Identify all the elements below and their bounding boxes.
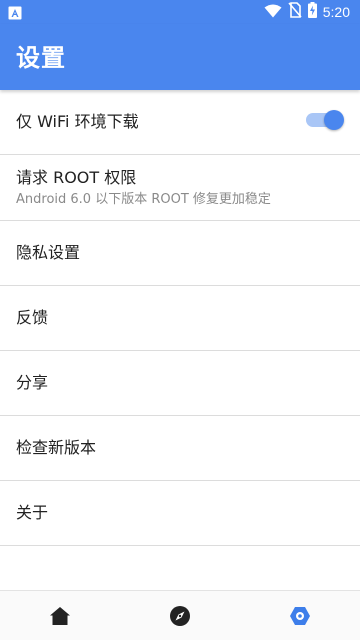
battery-charging-icon: [307, 2, 317, 22]
page-title: 设置: [16, 44, 66, 72]
wifi-icon: [264, 3, 282, 22]
setting-label: 关于: [16, 503, 49, 522]
setting-share[interactable]: 分享: [0, 351, 360, 416]
setting-label: 隐私设置: [16, 243, 81, 262]
app-bar: 设置: [0, 24, 360, 90]
setting-wifi-only-download[interactable]: 仅 WiFi 环境下载: [0, 90, 360, 155]
setting-feedback[interactable]: 反馈: [0, 286, 360, 351]
setting-label: 反馈: [16, 308, 49, 327]
bottom-navigation: [0, 590, 360, 640]
status-icons: 5:20: [264, 2, 350, 22]
toggle-thumb: [324, 110, 344, 130]
setting-privacy[interactable]: 隐私设置: [0, 221, 360, 286]
status-time: 5:20: [322, 4, 350, 20]
setting-label: 请求 ROOT 权限: [16, 168, 137, 187]
compass-icon[interactable]: [168, 604, 192, 628]
setting-label: 仅 WiFi 环境下载: [16, 112, 139, 131]
settings-hexagon-icon[interactable]: [288, 604, 312, 628]
android-a-icon: [8, 5, 22, 20]
setting-label: 分享: [16, 373, 49, 392]
no-sim-icon: [288, 2, 302, 22]
settings-list: 仅 WiFi 环境下载 请求 ROOT 权限 Android 6.0 以下版本 …: [0, 90, 360, 546]
status-bar: 5:20: [0, 0, 360, 24]
setting-check-update[interactable]: 检查新版本: [0, 416, 360, 481]
setting-summary: Android 6.0 以下版本 ROOT 修复更加稳定: [16, 192, 271, 207]
wifi-only-toggle[interactable]: [306, 110, 344, 130]
setting-label: 检查新版本: [16, 438, 97, 457]
home-icon[interactable]: [48, 604, 72, 628]
setting-about[interactable]: 关于: [0, 481, 360, 546]
setting-request-root[interactable]: 请求 ROOT 权限 Android 6.0 以下版本 ROOT 修复更加稳定: [0, 155, 360, 221]
